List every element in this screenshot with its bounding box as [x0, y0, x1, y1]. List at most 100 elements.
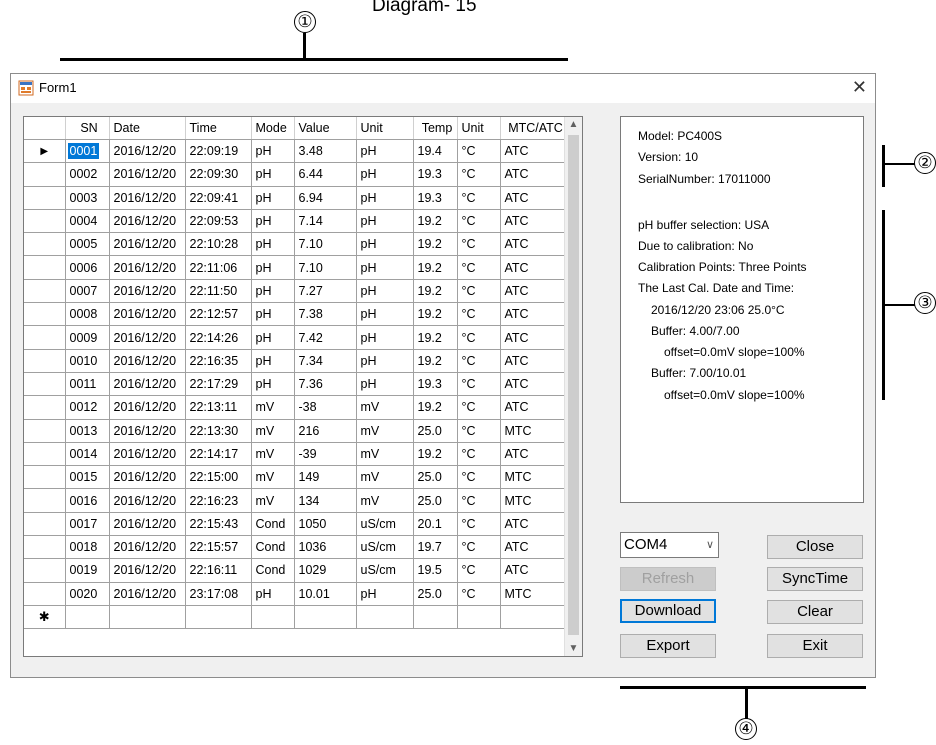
table-cell[interactable]: pH — [251, 325, 295, 350]
table-row[interactable]: 0013 2016/12/20 22:13:30 mV 216 mV 25.0 °C MTC — [24, 419, 568, 443]
table-cell[interactable]: 19.2 — [413, 395, 458, 420]
table-cell[interactable]: ATC — [500, 255, 568, 280]
table-cell[interactable]: °C — [457, 209, 501, 234]
table-cell[interactable]: 0007 — [65, 279, 110, 304]
table-cell[interactable]: 22:13:11 — [185, 395, 252, 420]
table-cell[interactable]: Cond — [251, 558, 295, 583]
table-cell[interactable]: mV — [356, 442, 414, 467]
table-cell[interactable]: 10.01 — [294, 582, 357, 606]
table-cell[interactable]: °C — [457, 162, 501, 187]
table-cell[interactable] — [356, 605, 414, 630]
column-header[interactable]: Mode — [251, 117, 295, 140]
table-row[interactable]: 0018 2016/12/20 22:15:57 Cond 1036 uS/cm 19.7 °… — [24, 535, 568, 560]
window-close-icon[interactable]: ✕ — [852, 77, 867, 98]
table-cell[interactable]: 0019 — [65, 558, 110, 583]
table-cell[interactable]: 2016/12/20 — [109, 232, 186, 257]
table-cell[interactable]: °C — [457, 558, 501, 583]
table-cell[interactable]: -39 — [294, 442, 357, 467]
table-cell[interactable]: 2016/12/20 — [109, 349, 186, 373]
table-cell[interactable]: °C — [457, 465, 501, 490]
table-cell[interactable]: 22:11:50 — [185, 279, 252, 304]
table-row[interactable]: 0004 2016/12/20 22:09:53 pH 7.14 pH 19.2 °C ATC — [24, 209, 568, 234]
table-cell[interactable]: 0013 — [65, 419, 110, 443]
exit-button[interactable]: Exit — [767, 634, 863, 658]
table-cell[interactable]: ATC — [500, 139, 568, 164]
table-cell[interactable]: 19.5 — [413, 558, 458, 583]
table-cell[interactable]: mV — [356, 465, 414, 490]
table-cell[interactable]: 22:09:41 — [185, 186, 252, 210]
refresh-button[interactable]: Refresh — [620, 567, 716, 591]
table-cell[interactable]: °C — [457, 535, 501, 560]
table-cell[interactable]: mV — [356, 395, 414, 420]
table-cell[interactable]: 7.27 — [294, 279, 357, 304]
column-header[interactable]: Time — [185, 117, 252, 140]
table-cell[interactable]: 2016/12/20 — [109, 488, 186, 513]
table-cell[interactable]: Cond — [251, 512, 295, 537]
download-button[interactable]: Download — [620, 599, 716, 623]
table-cell[interactable]: °C — [457, 255, 501, 280]
new-row[interactable]: ✱ — [24, 605, 568, 630]
table-cell[interactable]: 7.38 — [294, 302, 357, 327]
table-cell[interactable]: pH — [251, 279, 295, 304]
data-grid[interactable]: SN Date Time Mode Value Unit Temp Unit M… — [23, 116, 583, 657]
table-cell[interactable]: MTC — [500, 582, 568, 606]
row-header[interactable] — [24, 372, 66, 397]
table-cell[interactable]: pH — [251, 302, 295, 327]
row-header[interactable] — [24, 488, 66, 513]
chevron-down-icon[interactable]: ∨ — [706, 533, 714, 557]
table-cell[interactable]: pH — [251, 186, 295, 210]
table-cell[interactable]: 19.2 — [413, 232, 458, 257]
table-cell[interactable]: 25.0 — [413, 582, 458, 606]
table-row[interactable]: 0011 2016/12/20 22:17:29 pH 7.36 pH 19.3 °C ATC — [24, 372, 568, 397]
table-cell[interactable]: ATC — [500, 209, 568, 234]
table-cell[interactable]: pH — [356, 186, 414, 210]
table-cell[interactable]: °C — [457, 186, 501, 210]
table-cell[interactable]: 0014 — [65, 442, 110, 467]
table-cell[interactable]: 22:16:35 — [185, 349, 252, 373]
table-cell[interactable]: mV — [251, 465, 295, 490]
table-cell[interactable]: mV — [251, 395, 295, 420]
table-cell[interactable]: pH — [356, 325, 414, 350]
new-row-icon[interactable]: ✱ — [24, 605, 66, 630]
row-header[interactable] — [24, 558, 66, 583]
table-cell[interactable]: 22:15:57 — [185, 535, 252, 560]
table-cell[interactable]: mV — [356, 488, 414, 513]
table-cell[interactable]: 19.2 — [413, 255, 458, 280]
row-header[interactable] — [24, 302, 66, 327]
table-cell[interactable]: °C — [457, 442, 501, 467]
table-cell[interactable]: °C — [457, 349, 501, 373]
table-row[interactable]: ▶ 0001 2016/12/20 22:09:19 pH 3.48 pH 19.4 °C ATC — [24, 139, 568, 164]
table-cell[interactable]: 22:09:19 — [185, 139, 252, 164]
table-cell[interactable]: 22:17:29 — [185, 372, 252, 397]
table-cell[interactable]: -38 — [294, 395, 357, 420]
table-cell[interactable]: 22:11:06 — [185, 255, 252, 280]
table-row[interactable]: 0003 2016/12/20 22:09:41 pH 6.94 pH 19.3 °C ATC — [24, 186, 568, 210]
table-row[interactable]: 0010 2016/12/20 22:16:35 pH 7.34 pH 19.2 °C ATC — [24, 349, 568, 373]
table-cell[interactable]: ATC — [500, 325, 568, 350]
clear-button[interactable]: Clear — [767, 600, 863, 624]
table-cell[interactable]: 25.0 — [413, 465, 458, 490]
table-cell[interactable] — [65, 605, 110, 630]
table-cell[interactable]: 2016/12/20 — [109, 442, 186, 467]
table-cell[interactable]: 0017 — [65, 512, 110, 537]
table-cell[interactable] — [413, 605, 458, 630]
table-cell[interactable]: °C — [457, 372, 501, 397]
table-cell[interactable]: 6.94 — [294, 186, 357, 210]
table-row[interactable]: 0008 2016/12/20 22:12:57 pH 7.38 pH 19.2 °C ATC — [24, 302, 568, 327]
table-cell[interactable]: uS/cm — [356, 535, 414, 560]
table-cell[interactable]: ATC — [500, 442, 568, 467]
table-cell[interactable]: pH — [356, 232, 414, 257]
row-header[interactable] — [24, 279, 66, 304]
table-cell[interactable]: 2016/12/20 — [109, 325, 186, 350]
table-cell[interactable]: Cond — [251, 535, 295, 560]
table-cell[interactable]: 2016/12/20 — [109, 395, 186, 420]
table-cell[interactable]: 2016/12/20 — [109, 465, 186, 490]
column-header[interactable]: MTC/ATC — [500, 117, 568, 140]
table-cell[interactable]: 0010 — [65, 349, 110, 373]
column-header[interactable]: SN — [65, 117, 110, 140]
table-cell[interactable]: ATC — [500, 186, 568, 210]
table-cell[interactable]: 2016/12/20 — [109, 255, 186, 280]
table-cell[interactable]: MTC — [500, 419, 568, 443]
table-cell[interactable]: 22:10:28 — [185, 232, 252, 257]
table-row[interactable]: 0002 2016/12/20 22:09:30 pH 6.44 pH 19.3 °C ATC — [24, 162, 568, 187]
